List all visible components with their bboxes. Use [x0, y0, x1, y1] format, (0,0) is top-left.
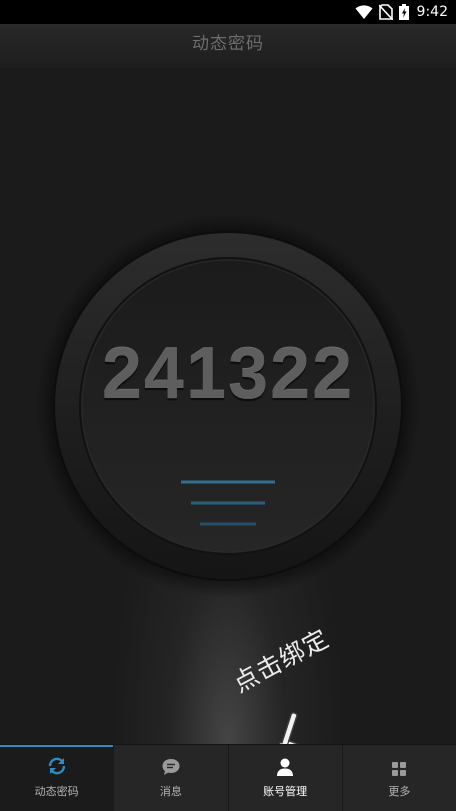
refresh-icon [48, 757, 65, 775]
tab-account-management[interactable]: 账号管理 [227, 745, 342, 811]
bottom-tab-bar: 动态密码 消息 账号管理 更多 [0, 744, 456, 811]
otp-panel: 241322 点击绑定 [0, 68, 456, 773]
tab-dynamic-password[interactable]: 动态密码 [0, 745, 114, 811]
person-icon [277, 758, 294, 776]
tab-messages[interactable]: 消息 [113, 745, 227, 811]
status-time: 9:42 [416, 4, 448, 20]
tab-label: 动态密码 [34, 785, 79, 798]
status-icons: 9:42 [355, 2, 448, 22]
tab-label: 更多 [388, 785, 411, 798]
battery-charging-icon [398, 4, 409, 20]
tab-label: 消息 [159, 785, 182, 798]
page-title: 动态密码 [192, 34, 264, 54]
otp-code: 241322 [101, 334, 355, 414]
wifi-icon [355, 5, 373, 19]
status-bar: 9:42 [0, 0, 456, 24]
no-sim-icon [378, 4, 393, 20]
chat-bubble-icon [162, 759, 180, 775]
tab-label: 账号管理 [263, 785, 308, 798]
tab-more[interactable]: 更多 [341, 745, 456, 811]
grid-icon [392, 762, 407, 776]
title-bar: 动态密码 [0, 24, 456, 68]
